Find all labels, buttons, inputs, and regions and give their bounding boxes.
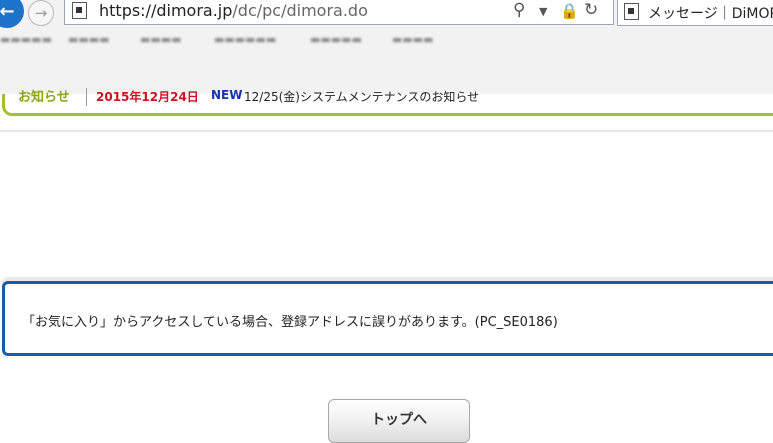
divider [0, 130, 773, 132]
tab-page-icon [624, 3, 639, 20]
top-page-button[interactable]: トップへ [328, 399, 470, 443]
top-page-button-label: トップへ [371, 412, 427, 428]
menu-bar: ▬▬▬▬▬ ▬▬▬▬ ▬▬▬▬ ▬▬▬▬▬▬ ▬▬▬▬▬ ▬▬▬▬ [0, 33, 773, 51]
address-row: ← → https://dimora.jp/dc/pc/dimora.do ⚲ … [0, 0, 773, 28]
menu-item[interactable]: ▬▬▬▬▬ [0, 33, 52, 46]
refresh-icon[interactable]: ↻ [584, 0, 598, 20]
notice-date: 2015年12月24日 [96, 90, 199, 104]
menu-item[interactable]: ▬▬▬▬▬ [310, 33, 362, 46]
page-icon [72, 2, 87, 19]
error-message-text: 「お気に入り」からアクセスしている場合、登録アドレスに誤りがあります。(PC_S… [22, 315, 558, 330]
menu-item[interactable]: ▬▬▬▬▬▬ [214, 33, 276, 46]
url-text[interactable]: https://dimora.jp/dc/pc/dimora.do [99, 1, 368, 20]
notice-new-badge: NEW [211, 88, 243, 102]
tab-title: メッセージ｜DiMORA [648, 6, 773, 22]
dropdown-icon[interactable]: ▼ [539, 5, 547, 18]
notice-divider [86, 88, 87, 106]
notice-link[interactable]: 12/25(金)システムメンテナンスのお知らせ [244, 88, 479, 105]
url-path: /dc/pc/dimora.do [232, 1, 368, 20]
menu-item[interactable]: ▬▬▬▬ [392, 33, 434, 46]
search-icon[interactable]: ⚲ [513, 0, 525, 20]
tab-message[interactable]: メッセージ｜DiMORA [617, 0, 773, 26]
back-arrow-icon[interactable]: ← [0, 0, 24, 28]
menu-item[interactable]: ▬▬▬▬ [140, 33, 182, 46]
notice-label: お知らせ [18, 90, 70, 105]
forward-arrow-icon[interactable]: → [28, 0, 54, 26]
url-host: https://dimora.jp [99, 1, 233, 20]
address-bar[interactable]: https://dimora.jp/dc/pc/dimora.do ⚲ ▼ 🔒 … [64, 0, 614, 25]
lock-icon[interactable]: 🔒 [560, 2, 579, 20]
menu-item[interactable]: ▬▬▬▬ [68, 33, 110, 46]
